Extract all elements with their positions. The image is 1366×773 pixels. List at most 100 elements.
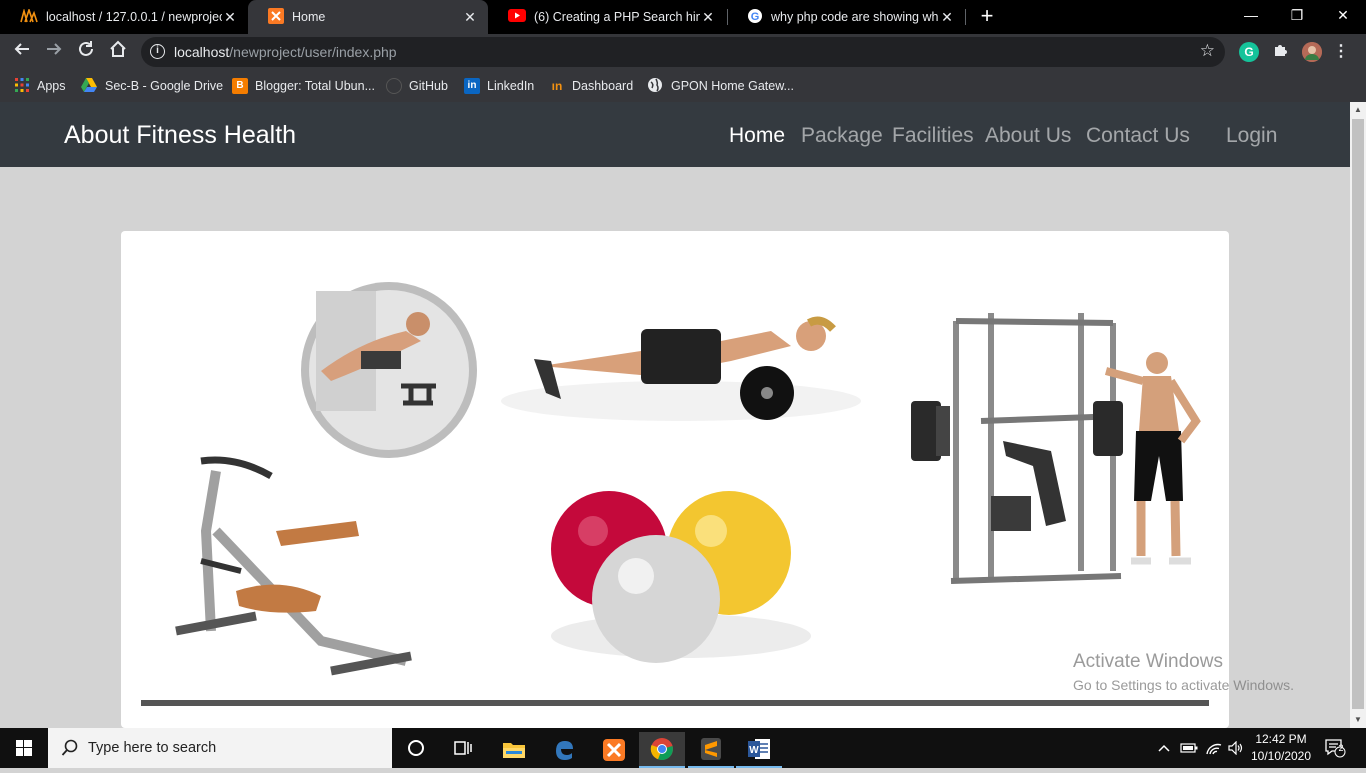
address-url[interactable]: localhost/newproject/user/index.php [174,44,397,60]
pushup-bar-photo [301,282,477,458]
linkedin-icon: in [464,78,480,94]
chrome-icon [650,738,673,761]
address-bar[interactable]: i localhost/newproject/user/index.php ☆ [141,37,1225,67]
xampp-button[interactable] [591,732,637,768]
bookmark-label: LinkedIn [487,79,535,93]
power-rack-photo [911,313,1201,584]
tab-youtube[interactable]: (6) Creating a PHP Search hindi - ✕ [488,0,726,34]
notification-count: 2 [1338,743,1344,753]
search-placeholder: Type here to search [88,740,217,756]
bookmark-linkedin[interactable]: in LinkedIn [464,76,534,96]
chrome-button[interactable] [639,732,685,768]
watermark-line2: Go to Settings to activate Windows. [1073,677,1294,693]
bookmark-gpon[interactable]: GPON Home Gatew... [647,76,794,96]
bookmark-label: Blogger: Total Ubun... [255,79,375,93]
carousel-indicator-1[interactable] [583,676,613,679]
home-button[interactable] [105,39,131,65]
browser-toolbar: i localhost/newproject/user/index.php ☆ … [0,34,1366,70]
taskbar-search-box[interactable]: Type here to search [48,728,392,768]
bookmarks-bar: Apps Sec-B - Google Drive B Blogger: Tot… [0,70,1366,102]
file-explorer-button[interactable] [491,732,537,768]
tab-home[interactable]: Home ✕ [248,0,488,34]
bookmark-apps[interactable]: Apps [14,76,66,96]
scroll-up-arrow-icon[interactable]: ▲ [1350,102,1366,118]
nav-facilities[interactable]: Facilities [892,124,974,148]
tab-phpmyadmin[interactable]: localhost / 127.0.0.1 / newproject ✕ [0,0,248,34]
activate-windows-watermark: Activate Windows Go to Settings to activ… [1073,651,1294,693]
clock-date: 10/10/2020 [1250,749,1312,763]
sublime-text-icon [701,738,721,760]
carousel-card [121,231,1229,728]
battery-button[interactable] [1178,728,1200,768]
wifi-icon [1206,743,1222,755]
apps-grid-icon [14,77,30,96]
nav-login[interactable]: Login [1226,124,1277,148]
bookmark-label: GPON Home Gatew... [671,79,794,93]
wifi-button[interactable] [1203,728,1225,768]
carousel-progress-bar [141,700,1209,706]
github-icon [386,78,402,94]
scrollbar-thumb[interactable] [1352,119,1364,709]
forward-button[interactable] [41,39,67,65]
nav-contact-us[interactable]: Contact Us [1086,124,1190,148]
taskbar-clock[interactable]: 12:42 PM 10/10/2020 [1246,731,1316,765]
edge-button[interactable] [541,732,587,768]
reload-button[interactable] [73,39,99,65]
extensions-puzzle-icon[interactable] [1270,42,1290,62]
windows-taskbar: Type here to search W 12:42 PM 10/10/202… [0,728,1366,768]
arrow-right-icon [47,43,62,55]
google-drive-icon [81,77,97,95]
edge-icon [556,741,573,760]
new-tab-button[interactable]: + [976,5,998,28]
bookmark-label: Sec-B - Google Drive [105,79,224,93]
site-brand[interactable]: About Fitness Health [64,121,296,150]
tab-title: why php code are showing white [771,10,939,24]
url-path: /newproject/user/index.php [229,44,397,60]
nav-about-us[interactable]: About Us [985,124,1071,148]
carousel-indicator-2[interactable] [623,676,653,679]
tab-title: (6) Creating a PHP Search hindi - [534,10,700,24]
bookmark-google-drive[interactable]: Sec-B - Google Drive [81,76,223,96]
bookmark-blogger[interactable]: B Blogger: Total Ubun... [232,76,375,96]
close-icon[interactable]: ✕ [700,9,716,26]
nav-home[interactable]: Home [729,124,785,148]
action-center-button[interactable]: 2 [1320,728,1350,768]
google-icon: G [747,8,763,27]
close-icon[interactable]: ✕ [462,9,478,26]
minimize-button[interactable]: — [1228,0,1274,30]
cortana-button[interactable] [393,728,439,768]
word-icon: W [748,739,770,759]
dashboard-icon: ın [551,79,563,93]
clock-time: 12:42 PM [1255,732,1307,746]
bookmark-github[interactable]: GitHub [386,76,448,96]
nav-package[interactable]: Package [801,124,883,148]
show-hidden-icons-button[interactable] [1155,728,1173,768]
volume-button[interactable] [1226,728,1246,768]
start-button[interactable] [0,728,48,768]
tab-google-search[interactable]: G why php code are showing white ✕ [727,0,965,34]
bookmark-label: Dashboard [572,79,634,93]
browser-menu-icon[interactable]: ⋮ [1331,42,1351,62]
carousel-indicator-3[interactable] [663,676,693,679]
close-icon[interactable]: ✕ [939,9,955,26]
scroll-down-arrow-icon[interactable]: ▼ [1350,712,1366,728]
close-window-button[interactable]: ✕ [1320,0,1366,30]
bookmark-star-icon[interactable]: ☆ [1200,41,1215,61]
grammarly-extension-icon[interactable]: G [1239,42,1259,62]
sublime-text-button[interactable] [688,732,734,768]
speaker-icon [1228,741,1243,755]
web-page: About Fitness Health Home Package Facili… [0,102,1350,728]
word-button[interactable]: W [736,732,782,768]
page-scrollbar[interactable]: ▲ ▼ [1350,102,1366,728]
site-info-icon[interactable]: i [150,44,165,59]
browser-tab-strip: localhost / 127.0.0.1 / newproject ✕ Hom… [0,0,1366,34]
profile-avatar[interactable] [1302,42,1322,62]
blogger-icon: B [232,78,248,94]
windows-logo-icon [16,740,32,756]
close-icon[interactable]: ✕ [222,9,238,26]
task-view-button[interactable] [440,728,486,768]
bookmark-dashboard[interactable]: ın Dashboard [549,76,634,96]
youtube-icon [508,9,526,25]
back-button[interactable] [9,39,35,65]
restore-button[interactable]: ❐ [1274,0,1320,30]
